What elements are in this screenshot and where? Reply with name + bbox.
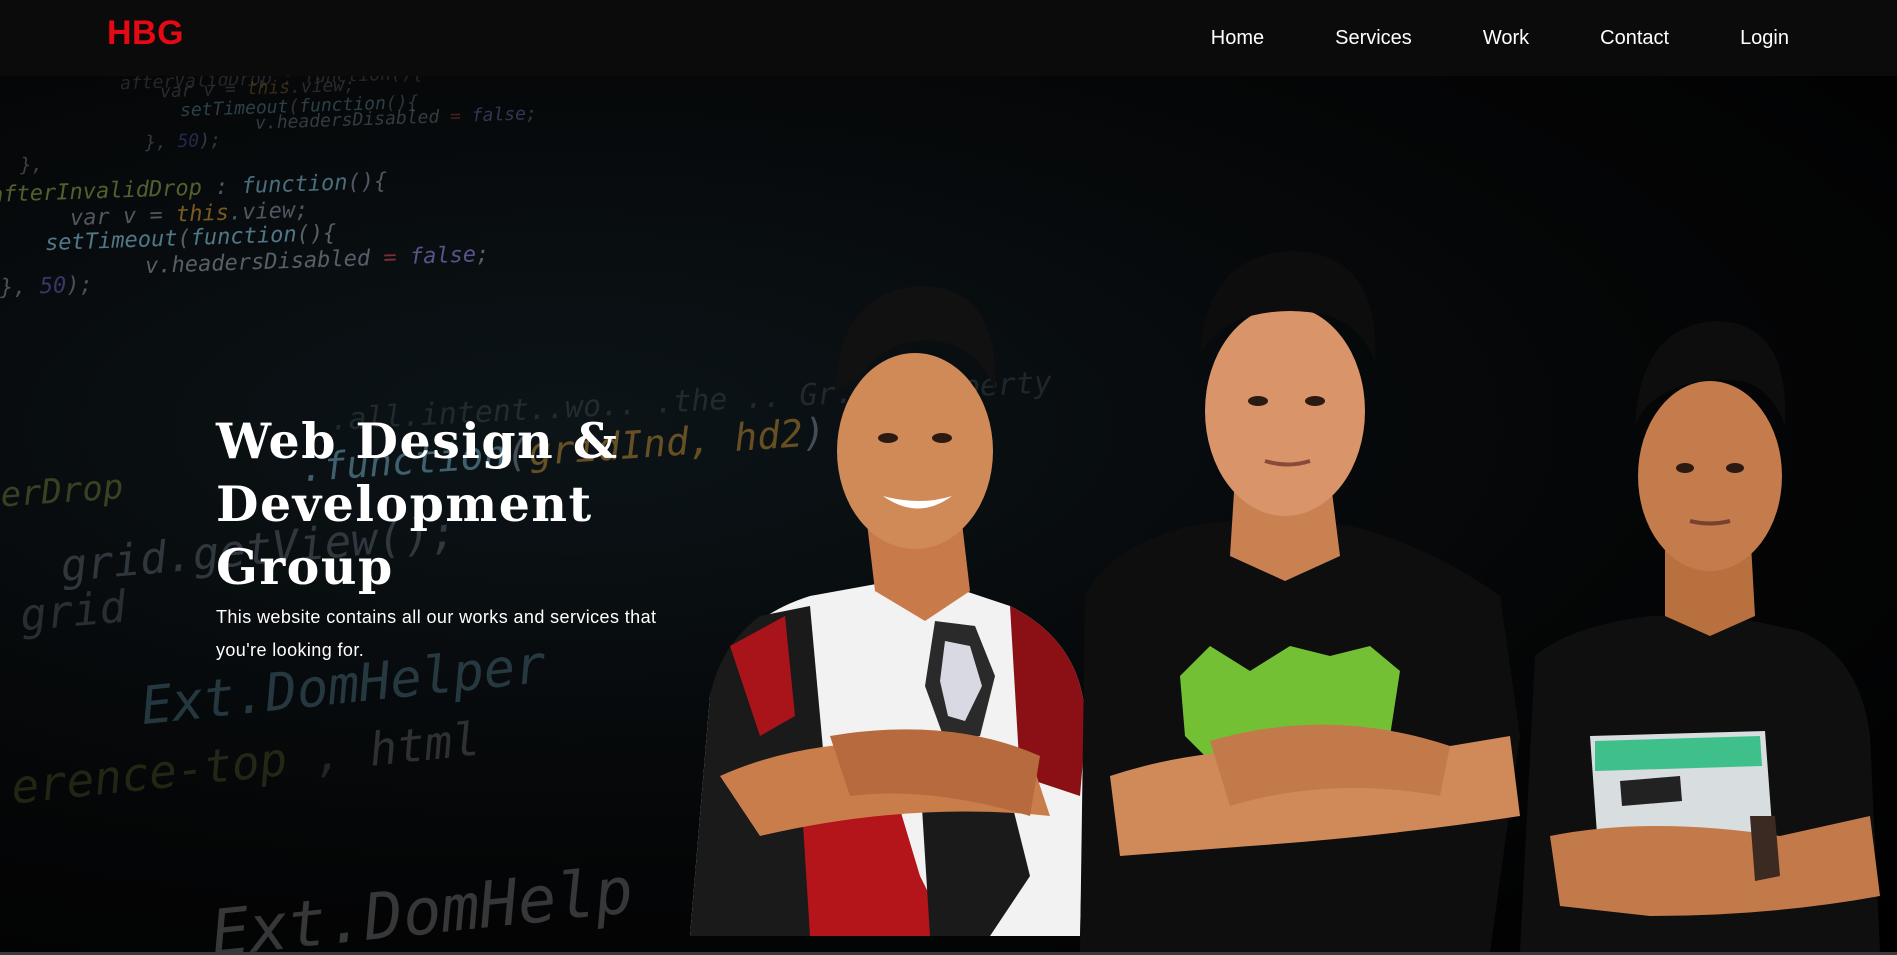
nav-item-services: Services — [1335, 27, 1412, 50]
navbar: HBG Home Services Work Contact Login — [0, 0, 1897, 76]
nav-links: Home Services Work Contact Login — [1211, 0, 1789, 76]
hero-title: Web Design & Development Group — [216, 412, 619, 596]
nav-item-work: Work — [1483, 27, 1529, 50]
nav-item-home: Home — [1211, 27, 1264, 50]
nav-link-services[interactable]: Services — [1335, 27, 1412, 49]
nav-link-login[interactable]: Login — [1740, 27, 1789, 49]
nav-item-login: Login — [1740, 27, 1789, 50]
nav-link-contact[interactable]: Contact — [1600, 27, 1669, 49]
brand-logo[interactable]: HBG — [107, 14, 184, 53]
team-photo — [690, 176, 1897, 952]
hero-subtitle: This website contains all our works and … — [216, 607, 657, 660]
nav-item-contact: Contact — [1600, 27, 1669, 50]
hero-text: Web Design & Development Group This webs… — [216, 410, 696, 667]
nav-link-home[interactable]: Home — [1211, 27, 1264, 49]
nav-link-work[interactable]: Work — [1483, 27, 1529, 49]
hero-section: afterValidDrop : function(){ var v = thi… — [0, 76, 1897, 952]
